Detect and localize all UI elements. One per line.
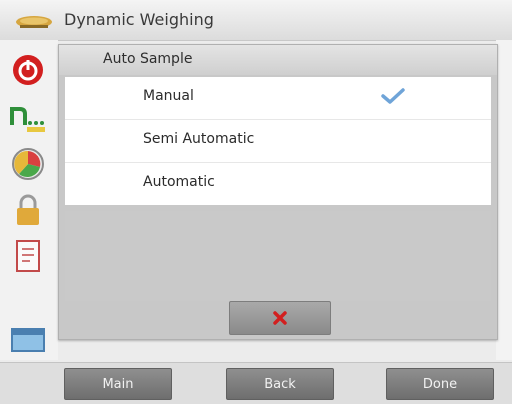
back-button[interactable]: Back xyxy=(226,368,334,400)
dialog-empty-area xyxy=(65,211,491,301)
options-list: Manual Semi Automatic Automatic xyxy=(65,77,491,205)
dialog-title: Auto Sample xyxy=(103,51,193,67)
option-manual[interactable]: Manual xyxy=(65,77,491,120)
sidebar-item-document[interactable] xyxy=(8,236,48,276)
checkmark-icon xyxy=(381,88,405,104)
auto-sample-dialog: Auto Sample Manual Semi Automatic Automa… xyxy=(58,44,498,340)
application-icon xyxy=(10,107,45,132)
option-label: Semi Automatic xyxy=(143,131,255,147)
sidebar-item-gauge[interactable] xyxy=(8,144,48,184)
cancel-x-icon xyxy=(273,311,287,325)
sidebar-item-application[interactable] xyxy=(8,96,48,136)
screen: Dynamic Weighing Auto Sample Manual Semi… xyxy=(0,0,512,404)
sidebar xyxy=(0,40,58,360)
right-edge xyxy=(496,40,512,360)
page-title: Dynamic Weighing xyxy=(64,10,214,29)
option-automatic[interactable]: Automatic xyxy=(65,163,491,205)
option-semi-automatic[interactable]: Semi Automatic xyxy=(65,120,491,163)
gauge-icon xyxy=(12,148,44,180)
header-bar: Dynamic Weighing xyxy=(0,0,512,41)
sidebar-item-power[interactable] xyxy=(8,50,48,90)
power-icon xyxy=(13,55,43,85)
sidebar-item-panel[interactable] xyxy=(8,320,48,360)
sidebar-item-lock[interactable] xyxy=(8,190,48,230)
dialog-title-bar: Auto Sample xyxy=(59,45,497,75)
document-icon xyxy=(16,240,40,272)
option-label: Manual xyxy=(143,88,194,104)
lock-icon xyxy=(17,194,39,225)
option-label: Automatic xyxy=(143,174,215,190)
cancel-button[interactable] xyxy=(229,301,331,335)
panel-icon xyxy=(11,328,45,352)
bottom-bar: Main Back Done xyxy=(0,362,512,404)
main-button[interactable]: Main xyxy=(64,368,172,400)
done-button[interactable]: Done xyxy=(386,368,494,400)
scale-pan-icon xyxy=(16,16,52,28)
